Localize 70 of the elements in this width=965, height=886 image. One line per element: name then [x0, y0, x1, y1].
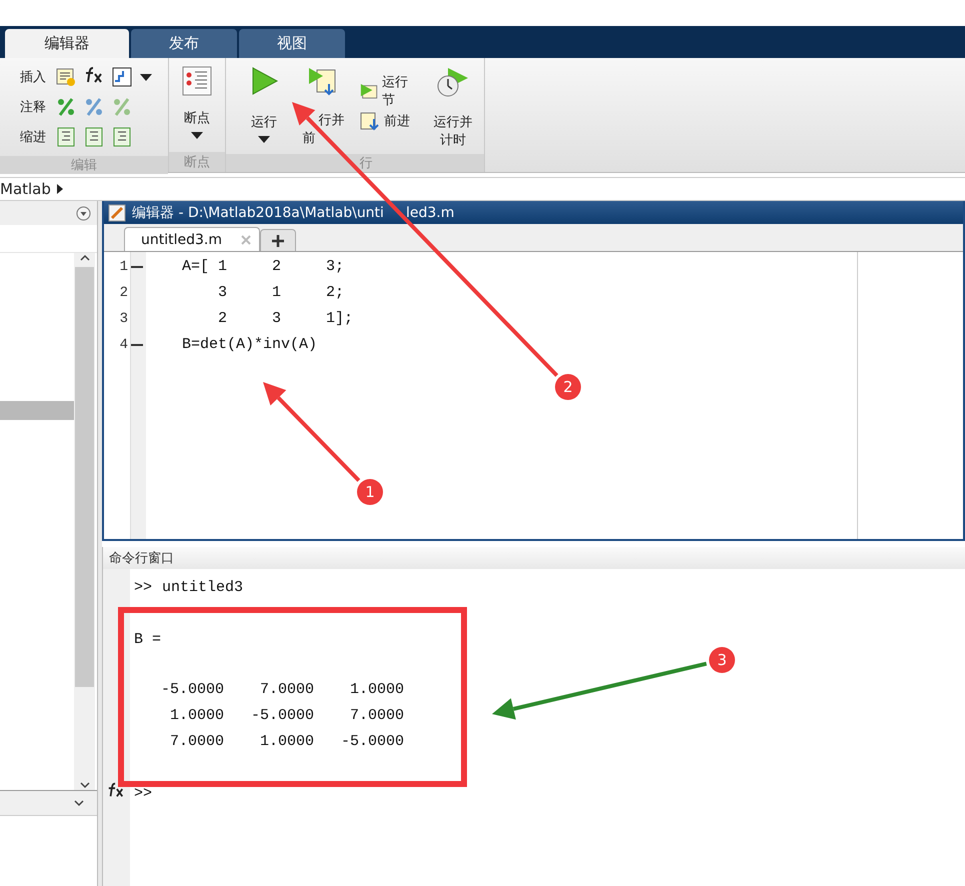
toolstrip-label: 注释: [20, 99, 47, 116]
toolstrip-button[interactable]: 运行节: [360, 78, 416, 104]
command-window-title: 命令行窗口: [103, 547, 965, 569]
toolstrip-button[interactable]: 运行并 计时: [428, 62, 478, 150]
command-text: untitled3: [162, 578, 244, 598]
matrix-value: 7.0000: [348, 706, 404, 726]
line-number: 1: [120, 258, 128, 277]
advance-icon: [360, 111, 380, 131]
insert-section-icon: [56, 67, 76, 87]
code-line[interactable]: 2 3 1];: [182, 306, 857, 332]
line-number: 4: [120, 336, 128, 355]
breakpoint-button[interactable]: 断点: [177, 62, 217, 148]
section-label: 编辑: [0, 156, 168, 174]
editor-title: 编辑器 - D:\Matlab2018a\Matlab\unti: [132, 204, 385, 222]
matrix-value: 1.0000: [348, 680, 404, 700]
section-label: 断点: [169, 152, 225, 172]
matrix-value: 7.0000: [168, 732, 224, 752]
indent-left-icon: [112, 127, 132, 147]
chart-function-icon[interactable]: [112, 67, 132, 87]
crumb-arrow-icon[interactable]: [56, 184, 63, 194]
chevron-down-icon[interactable]: [73, 798, 85, 808]
scroll-thumb[interactable]: [75, 267, 94, 687]
pencil-icon: [108, 204, 126, 222]
badge-number: 1: [365, 483, 375, 501]
scroll-up-icon[interactable]: [78, 253, 90, 263]
line-number: 2: [120, 284, 128, 303]
ribbon-tab[interactable]: 编辑器: [5, 29, 129, 58]
caret-icon: [191, 132, 203, 139]
line-number: 3: [120, 310, 128, 329]
output-text: B =: [134, 630, 162, 650]
percent-wrap-icon: [112, 97, 132, 117]
number-badge: [709, 647, 735, 673]
panel-menu-icon[interactable]: [76, 206, 91, 220]
matrix-value: -5.0000: [250, 706, 314, 726]
editor-title: led3.m: [406, 204, 454, 220]
number-badge: [357, 479, 383, 505]
prompt: >>: [134, 784, 152, 804]
ribbon-tab[interactable]: 视图: [239, 29, 345, 58]
matrix-value: 1.0000: [168, 706, 224, 726]
toolstrip-button[interactable]: 前进: [360, 108, 416, 134]
indent-right-icon: [84, 127, 104, 147]
scroll-down-icon[interactable]: [78, 780, 90, 790]
matrix-value: 1.0000: [258, 732, 314, 752]
matrix-value: 7.0000: [258, 680, 314, 700]
toolstrip-label: 插入: [20, 69, 47, 86]
toolstrip-label: 缩进: [20, 129, 47, 146]
folder-crumb[interactable]: Matlab: [0, 180, 51, 198]
plus-icon: [271, 234, 285, 248]
breakpoint-icon: [182, 66, 212, 96]
code-line[interactable]: A=[ 1 2 3;: [182, 254, 857, 280]
matrix-value: -5.0000: [340, 732, 404, 752]
percent-cross-icon: [84, 97, 104, 117]
matrix-value: -5.0000: [160, 680, 224, 700]
file-tab[interactable]: untitled3.m: [124, 227, 260, 251]
code-line[interactable]: B=det(A)*inv(A): [182, 332, 857, 358]
new-tab-button[interactable]: [260, 229, 296, 251]
number-badge: [555, 374, 581, 400]
section-label: 行: [360, 155, 372, 172]
percent-icon: [56, 97, 76, 117]
run-section-icon: [360, 81, 378, 101]
dropdown-caret-icon[interactable]: [140, 74, 152, 80]
indent-icon: [56, 127, 76, 147]
code-line[interactable]: 3 1 2;: [182, 280, 857, 306]
badge-number: 3: [717, 651, 727, 669]
prompt: >>: [134, 578, 152, 598]
run-button[interactable]: 运行: [242, 62, 286, 150]
badge-number: 2: [563, 378, 573, 396]
toolstrip-button[interactable]: 行并 前: [298, 62, 348, 150]
ribbon-tab[interactable]: 发布: [131, 29, 237, 58]
caret-icon: [258, 136, 270, 143]
